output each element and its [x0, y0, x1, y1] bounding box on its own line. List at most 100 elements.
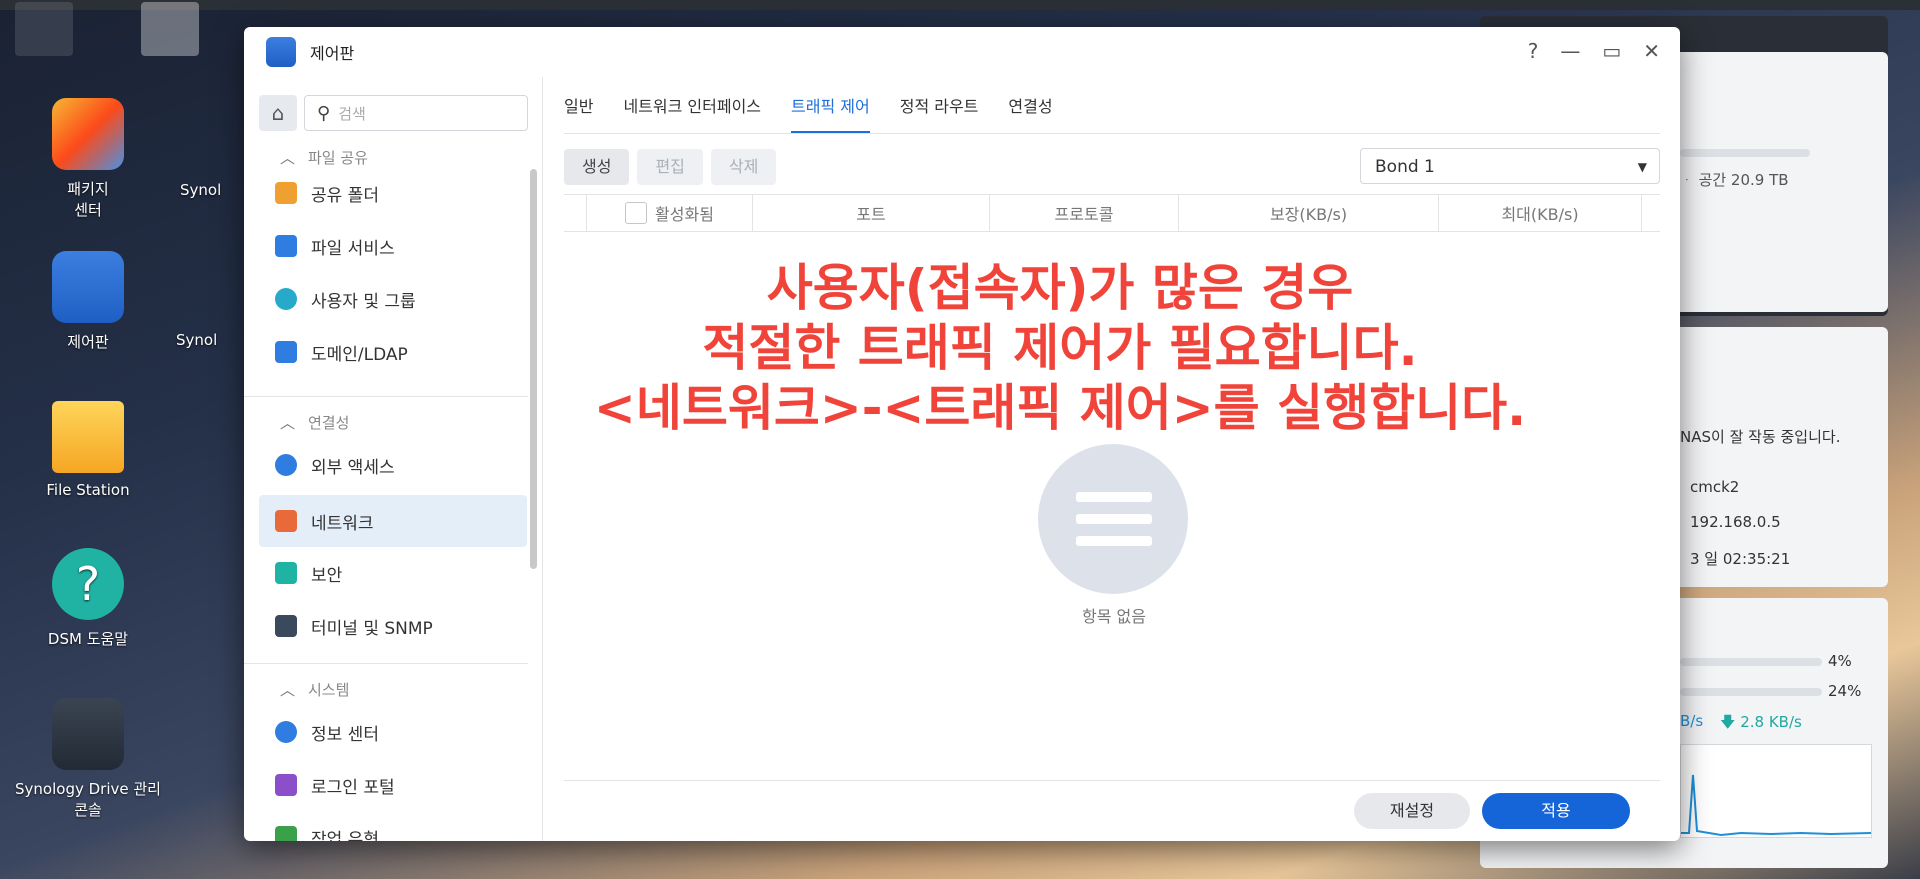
desktop-icon-label: Synology Drive 관리: [15, 780, 161, 798]
desktop-icon-label: Synol: [180, 181, 222, 199]
close-icon[interactable]: ✕: [1643, 39, 1660, 63]
column-label: 최대(KB/s): [1501, 205, 1579, 224]
empty-text: 항목 없음: [1082, 607, 1146, 626]
shared-folder-icon: [275, 182, 297, 204]
folder-icon: [52, 401, 124, 473]
control-panel-icon: [52, 251, 124, 323]
sidebar-item-label: 외부 액세스: [311, 457, 395, 478]
footer-divider: [564, 780, 1660, 781]
select-all-checkbox[interactable]: [625, 202, 648, 224]
sidebar-item-network[interactable]: 네트워크: [259, 495, 527, 547]
section-label: 연결성: [308, 414, 350, 432]
column-label: 포트: [856, 205, 886, 224]
tab-traffic-control[interactable]: 트래픽 제어: [791, 77, 870, 133]
sidebar-item-partial[interactable]: 작업 유형: [259, 811, 527, 841]
network-icon: [275, 510, 297, 532]
sidebar-item-label: 네트워크: [311, 513, 374, 534]
task-icon: [275, 826, 297, 841]
column-port[interactable]: 포트: [753, 195, 990, 231]
column-label: 활성화됨: [655, 205, 714, 224]
sidebar-item-label: 정보 센터: [311, 724, 379, 745]
apply-button[interactable]: 적용: [1482, 793, 1630, 829]
delete-button[interactable]: 삭제: [710, 149, 777, 185]
sidebar-item-info-center[interactable]: 정보 센터: [259, 706, 527, 758]
sidebar-item-external-access[interactable]: 외부 액세스: [259, 439, 527, 491]
hostname-value: cmck2: [1690, 478, 1740, 496]
network-graph-line: [1681, 774, 1872, 837]
annotation-overlay: 사용자(접속자)가 많은 경우 적절한 트래픽 제어가 필요합니다. <네트워크…: [420, 258, 1700, 438]
taskbar: [0, 0, 1920, 10]
column-protocol[interactable]: 프로토콜: [990, 195, 1179, 231]
column-enabled[interactable]: 활성화됨: [587, 195, 753, 231]
desktop-icon-partial[interactable]: Synol: [180, 181, 250, 199]
sidebar-item-terminal-snmp[interactable]: 터미널 및 SNMP: [259, 600, 527, 652]
create-button[interactable]: 생성: [564, 149, 630, 185]
domain-icon: [275, 341, 297, 363]
desktop-icon-label: File Station: [46, 481, 130, 499]
tab-bar: 일반 네트워크 인터페이스 트래픽 제어 정적 라우트 연결성: [564, 77, 1660, 134]
column-max[interactable]: 최대(KB/s): [1439, 195, 1642, 231]
main-menu-button[interactable]: [15, 2, 73, 56]
storage-bar: [1680, 149, 1810, 157]
download-speed: 🡇 2.8 KB/s: [1720, 713, 1802, 731]
sidebar-item-shared-folder[interactable]: 공유 폴더: [259, 167, 527, 219]
interface-select[interactable]: Bond 1 ▼: [1360, 148, 1660, 184]
desktop-icon-synology-drive[interactable]: Synology Drive 관리 콘솔: [13, 698, 163, 820]
window-titlebar[interactable]: 제어판: [244, 27, 1680, 77]
tab-network-interface[interactable]: 네트워크 인터페이스: [623, 77, 761, 133]
chevron-up-icon: ︿: [280, 149, 296, 167]
empty-list-icon: [1038, 444, 1188, 594]
sidebar-item-label: 로그인 포털: [311, 777, 395, 798]
sidebar-item-label: 보안: [311, 565, 343, 586]
column-label: 보장(KB/s): [1269, 205, 1348, 224]
empty-icon-line: [1076, 536, 1152, 546]
desktop-icon-package-center[interactable]: 패키지 센터: [13, 98, 163, 220]
package-center-icon: [52, 98, 124, 170]
uptime-value: 3 일 02:35:21: [1690, 550, 1791, 568]
help-icon: ?: [52, 548, 124, 620]
section-label: 시스템: [308, 681, 350, 699]
window-title: 제어판: [310, 44, 355, 63]
help-icon[interactable]: ?: [1528, 39, 1539, 63]
toolbar: 생성 편집 삭제: [564, 149, 777, 185]
file-services-icon: [275, 235, 297, 257]
sidebar-item-security[interactable]: 보안: [259, 547, 527, 599]
search-placeholder: 검색: [338, 104, 366, 123]
tab-connectivity[interactable]: 연결성: [1008, 77, 1052, 133]
upload-speed: B/s: [1680, 712, 1704, 730]
chevron-up-icon: ︿: [280, 414, 296, 432]
tab-static-route[interactable]: 정적 라우트: [900, 77, 979, 133]
main-content: 일반 네트워크 인터페이스 트래픽 제어 정적 라우트 연결성 생성 편집 삭제…: [564, 77, 1660, 841]
desktop-icon-label: 센터: [74, 201, 102, 219]
edit-button[interactable]: 편집: [637, 149, 703, 185]
ram-value: 24%: [1828, 682, 1862, 700]
terminal-icon: [275, 615, 297, 637]
home-icon[interactable]: ⌂: [259, 95, 297, 131]
desktop-icon-partial[interactable]: Synol: [176, 331, 246, 349]
reset-button[interactable]: 재설정: [1354, 793, 1470, 829]
download-speed-value: 2.8 KB/s: [1740, 713, 1802, 731]
desktop-icon-label: Synol: [176, 331, 218, 349]
column-guaranteed[interactable]: 보장(KB/s): [1179, 195, 1439, 231]
table-header-spacer: [564, 195, 587, 231]
maximize-icon[interactable]: ▭: [1602, 39, 1621, 63]
interface-select-value: Bond 1: [1375, 157, 1435, 177]
sidebar-item-label: 사용자 및 그룹: [311, 291, 416, 312]
search-input[interactable]: ⚲ 검색: [304, 95, 528, 131]
chevron-up-icon: ︿: [280, 681, 296, 699]
annotation-line: <네트워크>-<트래픽 제어>를 실행합니다.: [593, 379, 1527, 437]
desktop-icon-control-panel[interactable]: 제어판: [13, 251, 163, 352]
tab-general[interactable]: 일반: [564, 77, 593, 133]
window-controls: ? — ▭ ✕: [1528, 39, 1660, 63]
ip-value: 192.168.0.5: [1690, 513, 1781, 531]
taskbar-control-panel-button[interactable]: [141, 2, 199, 56]
minimize-icon[interactable]: —: [1560, 39, 1580, 63]
section-label: 파일 공유: [308, 149, 368, 167]
desktop-icon-label: 제어판: [67, 333, 109, 351]
sidebar-item-label: 작업 유형: [311, 829, 379, 842]
column-label: 프로토콜: [1054, 205, 1114, 224]
sidebar-item-login-portal[interactable]: 로그인 포털: [259, 759, 527, 811]
desktop-icon-file-station[interactable]: File Station: [13, 401, 163, 499]
desktop-icon-dsm-help[interactable]: ? DSM 도움말: [13, 548, 163, 649]
sidebar-divider: [244, 663, 528, 664]
